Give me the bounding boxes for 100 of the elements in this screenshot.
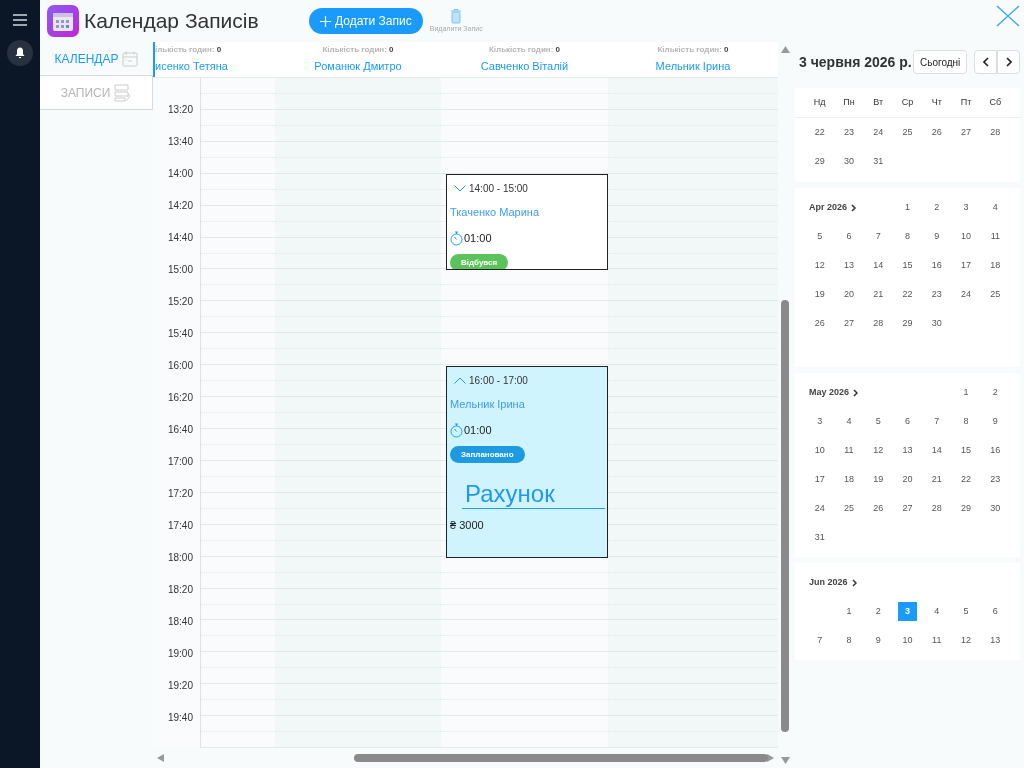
scroll-left-icon[interactable] [157, 754, 165, 762]
calendar-day[interactable]: 28 [868, 314, 888, 333]
calendar-day[interactable]: 31 [810, 528, 830, 547]
calendar-day[interactable]: 27 [839, 314, 859, 333]
calendar-day[interactable]: 23 [927, 285, 947, 304]
horizontal-scrollbar[interactable] [354, 754, 768, 762]
calendar-day[interactable]: 30 [985, 499, 1005, 518]
calendar-day[interactable]: 19 [810, 285, 830, 304]
calendar-day[interactable]: 1 [839, 602, 859, 621]
calendar-day[interactable]: 4 [839, 412, 859, 431]
calendar-day[interactable]: 10 [898, 631, 917, 650]
month-label[interactable]: May 2026 [809, 378, 859, 407]
calendar-day[interactable]: 8 [898, 227, 917, 246]
calendar-day[interactable]: 29 [956, 499, 976, 518]
calendar-day[interactable]: 17 [956, 256, 976, 275]
calendar-day[interactable]: 4 [985, 198, 1005, 217]
appointment-card[interactable]: 14:00 - 15:00 Ткаченко Марина 01:00 Відбувся [446, 174, 608, 270]
calendar-day[interactable]: 28 [927, 499, 947, 518]
month-label[interactable]: Apr 2026 [809, 193, 857, 222]
previous-button[interactable] [974, 50, 998, 74]
next-button[interactable] [997, 50, 1021, 74]
calendar-day[interactable]: 13 [839, 256, 859, 275]
calendar-day[interactable]: 2 [868, 602, 888, 621]
calendar-day[interactable]: 12 [810, 256, 830, 275]
calendar-day[interactable]: 7 [868, 227, 888, 246]
calendar-day[interactable]: 13 [985, 631, 1005, 650]
calendar-day[interactable]: 30 [839, 152, 859, 171]
calendar-day[interactable]: 11 [985, 227, 1005, 246]
calendar-day[interactable]: 23 [839, 123, 859, 142]
calendar-day[interactable]: 8 [839, 631, 859, 650]
appointment-card[interactable]: 16:00 - 17:00 Мельник Ірина 01:00 Заплановано Рахунок ₴ 3000 [446, 366, 608, 558]
calendar-day[interactable]: 10 [810, 441, 830, 460]
calendar-day[interactable]: 3 [956, 198, 976, 217]
notification-button[interactable] [7, 40, 33, 66]
calendar-day[interactable]: 15 [898, 256, 917, 275]
calendar-day[interactable]: 4 [927, 602, 947, 621]
calendar-day[interactable]: 11 [839, 441, 859, 460]
calendar-day[interactable]: 9 [868, 631, 888, 650]
calendar-day[interactable]: 12 [868, 441, 888, 460]
calendar-day[interactable]: 27 [898, 499, 917, 518]
calendar-day[interactable]: 1 [898, 198, 917, 217]
calendar-day[interactable]: 13 [898, 441, 917, 460]
calendar-day[interactable]: 23 [985, 470, 1005, 489]
calendar-day[interactable]: 14 [868, 256, 888, 275]
calendar-day[interactable]: 10 [956, 227, 976, 246]
menu-icon[interactable] [13, 14, 27, 26]
calendar-day[interactable]: 9 [927, 227, 947, 246]
calendar-day[interactable]: 28 [985, 123, 1005, 142]
calendar-day[interactable]: 22 [898, 285, 917, 304]
calendar-day[interactable]: 25 [985, 285, 1005, 304]
calendar-day[interactable]: 18 [985, 256, 1005, 275]
calendar-day[interactable]: 16 [927, 256, 947, 275]
month-label[interactable]: Jun 2026 [809, 568, 857, 597]
calendar-day[interactable]: 25 [839, 499, 859, 518]
close-icon[interactable] [996, 5, 1020, 27]
calendar-day[interactable]: 21 [927, 470, 947, 489]
calendar-day[interactable]: 7 [927, 412, 947, 431]
calendar-day[interactable]: 16 [985, 441, 1005, 460]
calendar-day[interactable]: 8 [956, 412, 976, 431]
calendar-day[interactable]: 11 [927, 631, 947, 650]
calendar-day[interactable]: 30 [927, 314, 947, 333]
calendar-day[interactable]: 2 [985, 383, 1005, 402]
scroll-down-icon[interactable] [780, 757, 790, 764]
calendar-day[interactable]: 2 [927, 198, 947, 217]
calendar-day[interactable]: 24 [868, 123, 888, 142]
calendar-day[interactable]: 27 [956, 123, 976, 142]
calendar-day[interactable]: 19 [868, 470, 888, 489]
calendar-day[interactable]: 20 [839, 285, 859, 304]
calendar-day[interactable]: 6 [985, 602, 1005, 621]
calendar-day[interactable]: 6 [839, 227, 859, 246]
calendar-day[interactable]: 12 [956, 631, 976, 650]
calendar-day[interactable]: 14 [927, 441, 947, 460]
calendar-day[interactable]: 17 [810, 470, 830, 489]
calendar-day[interactable]: 9 [985, 412, 1005, 431]
vertical-scrollbar[interactable] [781, 300, 789, 732]
calendar-day[interactable]: 18 [839, 470, 859, 489]
scroll-right-icon[interactable] [766, 754, 774, 762]
calendar-day[interactable]: 6 [898, 412, 917, 431]
calendar-day[interactable]: 31 [868, 152, 888, 171]
scroll-up-icon[interactable] [780, 46, 790, 53]
calendar-day[interactable]: 5 [956, 602, 976, 621]
calendar-day[interactable]: 29 [810, 152, 830, 171]
calendar-day[interactable]: 25 [898, 123, 917, 142]
calendar-day[interactable]: 26 [810, 314, 830, 333]
calendar-day[interactable]: 26 [868, 499, 888, 518]
calendar-day[interactable]: 29 [898, 314, 917, 333]
calendar-day[interactable]: 5 [868, 412, 888, 431]
calendar-day[interactable]: 7 [810, 631, 830, 650]
chevron-up-icon[interactable] [454, 377, 466, 384]
calendar-day[interactable]: 22 [956, 470, 976, 489]
calendar-day[interactable]: 24 [810, 499, 830, 518]
calendar-day[interactable]: 3 [810, 412, 830, 431]
chevron-down-icon[interactable] [454, 185, 466, 192]
calendar-day[interactable]: 21 [868, 285, 888, 304]
today-button[interactable]: Сьогодні [913, 50, 968, 74]
calendar-day[interactable]: 15 [956, 441, 976, 460]
calendar-day[interactable]: 22 [810, 123, 830, 142]
calendar-day[interactable]: 1 [956, 383, 976, 402]
calendar-day[interactable]: 26 [927, 123, 947, 142]
calendar-day[interactable]: 24 [956, 285, 976, 304]
